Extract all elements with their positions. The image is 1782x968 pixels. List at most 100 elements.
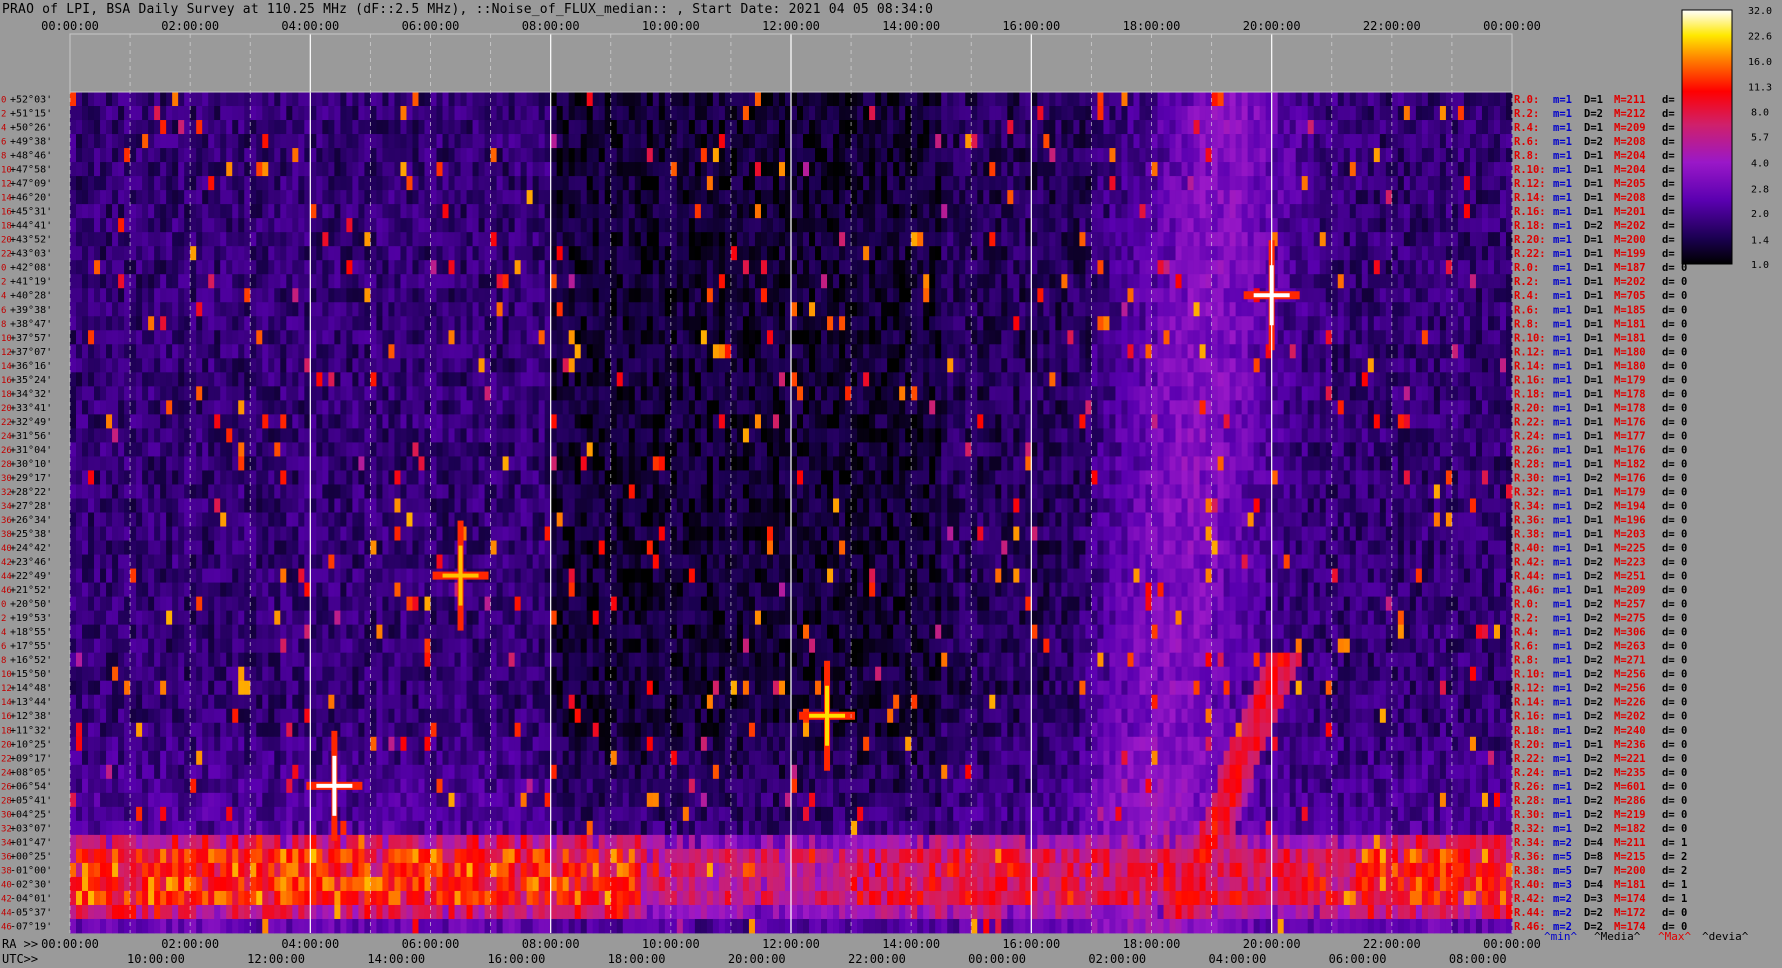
heatmap-cell <box>244 148 251 163</box>
heatmap-cell <box>274 232 281 247</box>
heatmap-cell <box>244 134 251 149</box>
heatmap-cell <box>406 232 413 247</box>
heatmap-cell <box>1139 372 1146 387</box>
heatmap-cell <box>400 204 407 219</box>
heatmap-cell <box>142 134 149 149</box>
heatmap-cell <box>1253 176 1261 191</box>
heatmap-cell <box>1259 232 1267 247</box>
heatmap-cell <box>1145 204 1152 219</box>
heatmap-cell <box>754 246 762 261</box>
heatmap-cell <box>550 218 558 233</box>
heatmap-cell <box>466 232 473 247</box>
heatmap-cell <box>490 246 497 261</box>
heatmap-cell <box>1145 372 1152 387</box>
heatmap-cell <box>454 92 461 107</box>
heatmap-cell <box>1133 148 1140 163</box>
heatmap-cell <box>875 232 882 247</box>
heatmap-cell <box>550 190 558 205</box>
heatmap-cell <box>815 204 822 219</box>
heatmap-cell <box>496 176 503 191</box>
heatmap-cell <box>256 162 263 177</box>
heatmap-cell <box>388 358 395 373</box>
heatmap-cell <box>953 176 960 191</box>
heatmap-cell <box>574 190 582 205</box>
heatmap-cell <box>1145 260 1152 275</box>
heatmap-cell <box>142 246 149 261</box>
heatmap-cell <box>1187 330 1194 345</box>
heatmap-cell <box>1013 120 1020 135</box>
heatmap-cell <box>1097 260 1104 275</box>
heatmap-cell <box>88 288 95 303</box>
heatmap-cell <box>941 344 948 359</box>
heatmap-cell <box>436 176 443 191</box>
heatmap-cell <box>580 246 588 261</box>
heatmap-cell <box>833 218 840 233</box>
heatmap-cell <box>412 274 419 289</box>
heatmap-cell <box>184 120 191 135</box>
heatmap-cell <box>550 260 558 275</box>
heatmap-cell <box>382 176 389 191</box>
heatmap-cell <box>598 302 606 317</box>
heatmap-cell <box>658 302 666 317</box>
heatmap-cell <box>250 176 257 191</box>
heatmap-cell <box>821 372 828 387</box>
heatmap-cell <box>935 134 942 149</box>
heatmap-cell <box>1181 120 1188 135</box>
heatmap-cell <box>652 92 660 107</box>
heatmap-cell <box>797 148 804 163</box>
heatmap-cell <box>340 218 347 233</box>
heatmap-cell <box>1001 176 1008 191</box>
heatmap-cell <box>1001 358 1008 373</box>
heatmap-cell <box>100 246 107 261</box>
heatmap-cell <box>418 218 425 233</box>
heatmap-cell <box>959 92 966 107</box>
heatmap-cell <box>965 92 972 107</box>
heatmap-cell <box>1457 246 1465 261</box>
heatmap-cell <box>1349 92 1357 107</box>
heatmap-cell <box>424 148 431 163</box>
heatmap-cell <box>424 120 431 135</box>
heatmap-cell <box>881 92 888 107</box>
heatmap-cell <box>712 330 720 345</box>
heatmap-cell <box>1337 316 1345 331</box>
heatmap-cell <box>1475 330 1483 345</box>
heatmap-cell <box>700 92 708 107</box>
heatmap-cell <box>622 302 630 317</box>
heatmap-cell <box>268 190 275 205</box>
heatmap-cell <box>887 106 894 121</box>
heatmap-cell <box>88 260 95 275</box>
heatmap-cell <box>1079 302 1086 317</box>
heatmap-cell <box>1355 148 1363 163</box>
heatmap-cell <box>472 302 479 317</box>
heatmap-cell <box>280 274 287 289</box>
heatmap-cell <box>935 330 942 345</box>
heatmap-cell <box>190 330 197 345</box>
heatmap-cell <box>1205 316 1212 331</box>
heatmap-cell <box>1415 106 1423 121</box>
heatmap-cell <box>388 316 395 331</box>
heatmap-cell <box>1505 176 1513 191</box>
heatmap-cell <box>352 358 359 373</box>
heatmap-cell <box>454 120 461 135</box>
heatmap-cell <box>580 232 588 247</box>
heatmap-cell <box>460 288 467 303</box>
heatmap-cell <box>484 204 491 219</box>
heatmap-cell <box>556 148 564 163</box>
heatmap-cell <box>736 246 744 261</box>
heatmap-cell <box>184 288 191 303</box>
heatmap-cell <box>929 302 936 317</box>
heatmap-cell <box>1277 330 1285 345</box>
heatmap-cell <box>730 92 738 107</box>
heatmap-cell <box>514 372 522 387</box>
heatmap-cell <box>875 92 882 107</box>
heatmap-cell <box>1433 302 1441 317</box>
heatmap-cell <box>298 344 305 359</box>
heatmap-cell <box>292 232 299 247</box>
heatmap-cell <box>821 134 828 149</box>
heatmap-cell <box>1307 260 1315 275</box>
heatmap-cell <box>442 204 449 219</box>
heatmap-cell <box>1013 92 1020 107</box>
heatmap-cell <box>911 302 918 317</box>
heatmap-cell <box>899 302 906 317</box>
heatmap-cell <box>1079 176 1086 191</box>
